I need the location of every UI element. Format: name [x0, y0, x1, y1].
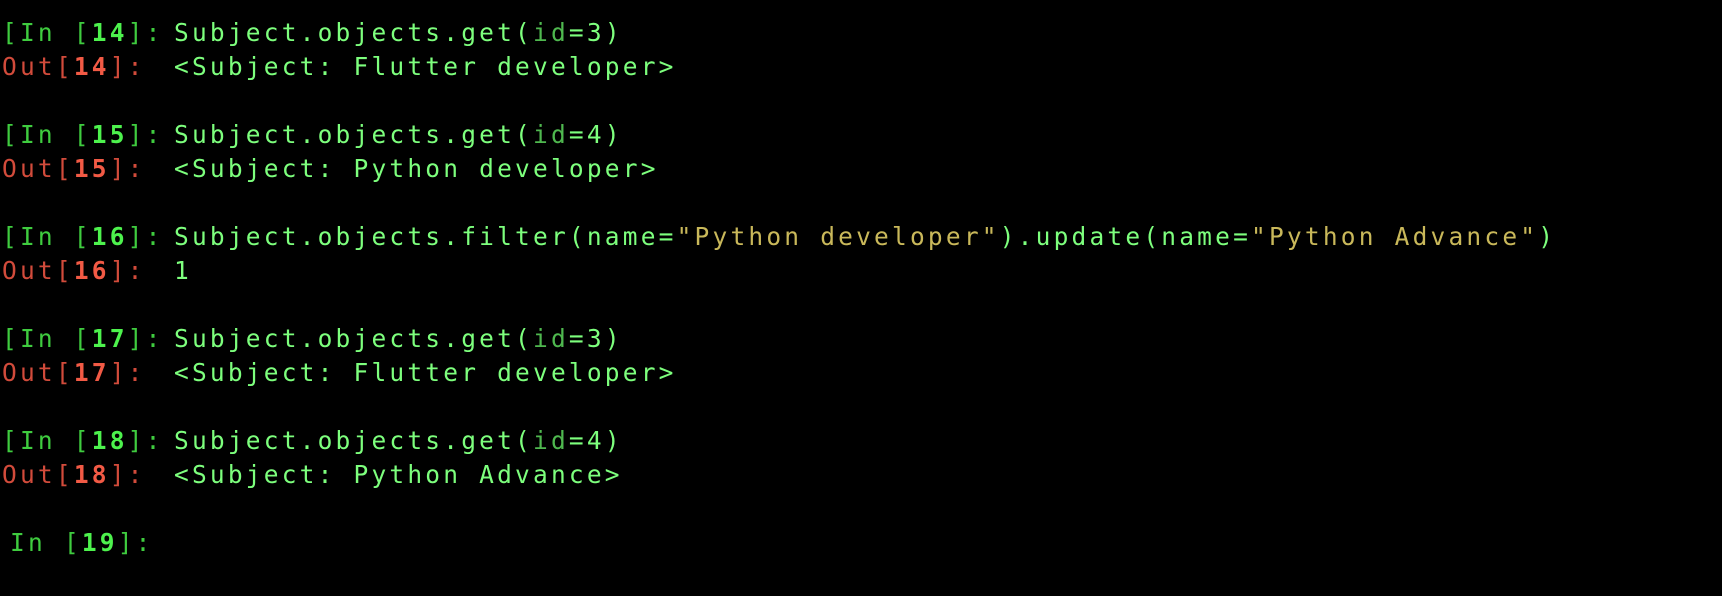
output-value-15: <Subject: Python developer>: [174, 154, 659, 183]
in-label-close: ]:: [117, 528, 172, 557]
code-text: Subject.objects.get(: [174, 18, 534, 47]
code-16: Subject.objects.filter(name="Python deve…: [174, 222, 1556, 251]
out-label-open: Out[: [2, 52, 74, 81]
code-18: Subject.objects.get(id=4): [174, 426, 623, 455]
code-15: Subject.objects.get(id=4): [174, 120, 623, 149]
out-label-open: Out[: [2, 256, 74, 285]
output-value-17: <Subject: Flutter developer>: [174, 358, 677, 387]
in-prompt-15: [In [15]:: [0, 118, 174, 152]
output-value-14: <Subject: Flutter developer>: [174, 52, 677, 81]
out-label-close: ]:: [109, 358, 164, 387]
in-number: 19: [81, 528, 118, 557]
in-prompt-17: [In [17]:: [0, 322, 174, 356]
output-line-17: Out[17]: <Subject: Flutter developer>: [0, 356, 1722, 390]
input-line-18: [In [18]: Subject.objects.get(id=4): [0, 424, 1722, 458]
ipython-terminal[interactable]: [In [14]: Subject.objects.get(id=3) Out[…: [0, 16, 1722, 560]
code-text: ).update(name=: [999, 222, 1252, 251]
current-input-line[interactable]: In [19]:: [0, 526, 1722, 560]
input-line-16: [In [16]: Subject.objects.filter(name="P…: [0, 220, 1722, 254]
output-value-18: <Subject: Python Advance>: [174, 460, 623, 489]
out-number: 18: [73, 460, 110, 489]
out-label-close: ]:: [109, 460, 164, 489]
out-number: 17: [73, 358, 110, 387]
output-line-15: Out[15]: <Subject: Python developer>: [0, 152, 1722, 186]
code-kwarg: id: [533, 324, 569, 353]
in-number: 14: [91, 18, 128, 47]
code-kwarg: id: [533, 426, 569, 455]
code-text: Subject.objects.get(: [174, 120, 534, 149]
code-text: =4): [568, 120, 623, 149]
in-label-open: In [: [10, 528, 82, 557]
out-label-open: Out[: [2, 358, 74, 387]
out-prompt-18: Out[18]:: [0, 458, 174, 492]
code-text: =3): [568, 18, 623, 47]
out-number: 15: [73, 154, 110, 183]
input-line-15: [In [15]: Subject.objects.get(id=4): [0, 118, 1722, 152]
in-label-open: [In [: [2, 426, 92, 455]
code-text: Subject.objects.filter(name=: [174, 222, 677, 251]
out-number: 14: [73, 52, 110, 81]
output-line-16: Out[16]: 1: [0, 254, 1722, 288]
out-label-close: ]:: [109, 52, 164, 81]
code-kwarg: id: [533, 18, 569, 47]
output-value-16: 1: [174, 256, 192, 285]
out-prompt-17: Out[17]:: [0, 356, 174, 390]
in-label-open: [In [: [2, 120, 92, 149]
in-prompt-14: [In [14]:: [0, 16, 174, 50]
code-17: Subject.objects.get(id=3): [174, 324, 623, 353]
code-14: Subject.objects.get(id=3): [174, 18, 623, 47]
output-line-14: Out[14]: <Subject: Flutter developer>: [0, 50, 1722, 84]
out-label-close: ]:: [109, 154, 164, 183]
in-label-open: [In [: [2, 222, 92, 251]
in-number: 15: [91, 120, 128, 149]
code-text: =3): [568, 324, 623, 353]
out-prompt-16: Out[16]:: [0, 254, 174, 288]
code-text: =4): [568, 426, 623, 455]
code-kwarg: id: [533, 120, 569, 149]
code-text: ): [1538, 222, 1557, 251]
in-number: 16: [91, 222, 128, 251]
code-text: Subject.objects.get(: [174, 426, 534, 455]
code-text: Subject.objects.get(: [174, 324, 534, 353]
in-number: 18: [91, 426, 128, 455]
in-prompt-18: [In [18]:: [0, 424, 174, 458]
code-string: "Python Advance": [1251, 222, 1539, 251]
in-number: 17: [91, 324, 128, 353]
out-label-open: Out[: [2, 460, 74, 489]
in-label-open: [In [: [2, 324, 92, 353]
in-label-open: [In [: [2, 18, 92, 47]
input-line-17: [In [17]: Subject.objects.get(id=3): [0, 322, 1722, 356]
out-prompt-15: Out[15]:: [0, 152, 174, 186]
in-prompt-16: [In [16]:: [0, 220, 174, 254]
out-number: 16: [73, 256, 110, 285]
code-string: "Python developer": [676, 222, 1000, 251]
input-line-14: [In [14]: Subject.objects.get(id=3): [0, 16, 1722, 50]
out-prompt-14: Out[14]:: [0, 50, 174, 84]
in-prompt-19: In [19]:: [0, 526, 174, 560]
output-line-18: Out[18]: <Subject: Python Advance>: [0, 458, 1722, 492]
out-label-open: Out[: [2, 154, 74, 183]
out-label-close: ]:: [109, 256, 164, 285]
